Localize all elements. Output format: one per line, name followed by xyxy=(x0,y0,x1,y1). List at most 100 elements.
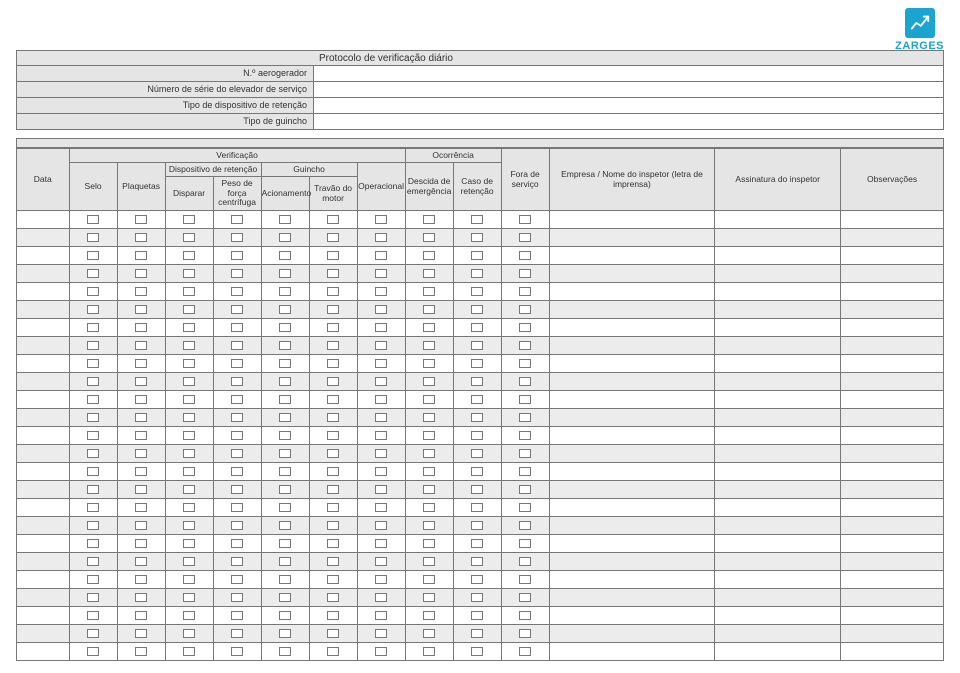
cell-assinatura[interactable] xyxy=(715,211,841,229)
cell-checkbox[interactable] xyxy=(213,355,261,373)
cell-checkbox[interactable] xyxy=(261,391,309,409)
cell-checkbox[interactable] xyxy=(453,211,501,229)
cell-checkbox[interactable] xyxy=(165,391,213,409)
cell-checkbox[interactable] xyxy=(261,463,309,481)
cell-checkbox[interactable] xyxy=(501,517,549,535)
cell-checkbox[interactable] xyxy=(117,301,165,319)
cell-assinatura[interactable] xyxy=(715,427,841,445)
cell-checkbox[interactable] xyxy=(261,319,309,337)
cell-checkbox[interactable] xyxy=(261,445,309,463)
cell-checkbox[interactable] xyxy=(165,463,213,481)
cell-empresa[interactable] xyxy=(549,607,715,625)
cell-checkbox[interactable] xyxy=(453,247,501,265)
cell-data[interactable] xyxy=(17,409,70,427)
cell-checkbox[interactable] xyxy=(213,373,261,391)
cell-checkbox[interactable] xyxy=(213,391,261,409)
cell-empresa[interactable] xyxy=(549,571,715,589)
cell-checkbox[interactable] xyxy=(357,625,405,643)
cell-checkbox[interactable] xyxy=(117,481,165,499)
cell-checkbox[interactable] xyxy=(165,283,213,301)
cell-checkbox[interactable] xyxy=(213,409,261,427)
cell-checkbox[interactable] xyxy=(117,499,165,517)
cell-empresa[interactable] xyxy=(549,247,715,265)
cell-checkbox[interactable] xyxy=(213,481,261,499)
cell-checkbox[interactable] xyxy=(501,391,549,409)
cell-checkbox[interactable] xyxy=(261,499,309,517)
cell-assinatura[interactable] xyxy=(715,625,841,643)
cell-observacoes[interactable] xyxy=(841,607,944,625)
cell-checkbox[interactable] xyxy=(117,589,165,607)
cell-empresa[interactable] xyxy=(549,337,715,355)
cell-checkbox[interactable] xyxy=(501,355,549,373)
cell-checkbox[interactable] xyxy=(453,499,501,517)
cell-checkbox[interactable] xyxy=(261,607,309,625)
cell-empresa[interactable] xyxy=(549,409,715,427)
cell-checkbox[interactable] xyxy=(405,589,453,607)
cell-checkbox[interactable] xyxy=(405,409,453,427)
cell-observacoes[interactable] xyxy=(841,481,944,499)
cell-checkbox[interactable] xyxy=(69,463,117,481)
cell-checkbox[interactable] xyxy=(453,643,501,661)
cell-checkbox[interactable] xyxy=(69,301,117,319)
cell-observacoes[interactable] xyxy=(841,265,944,283)
cell-checkbox[interactable] xyxy=(69,481,117,499)
cell-empresa[interactable] xyxy=(549,229,715,247)
cell-checkbox[interactable] xyxy=(453,427,501,445)
cell-observacoes[interactable] xyxy=(841,409,944,427)
cell-checkbox[interactable] xyxy=(117,409,165,427)
cell-checkbox[interactable] xyxy=(309,319,357,337)
cell-checkbox[interactable] xyxy=(117,265,165,283)
cell-checkbox[interactable] xyxy=(165,589,213,607)
cell-assinatura[interactable] xyxy=(715,301,841,319)
cell-data[interactable] xyxy=(17,319,70,337)
cell-checkbox[interactable] xyxy=(501,589,549,607)
cell-checkbox[interactable] xyxy=(309,247,357,265)
cell-checkbox[interactable] xyxy=(165,607,213,625)
cell-data[interactable] xyxy=(17,229,70,247)
cell-checkbox[interactable] xyxy=(309,301,357,319)
cell-checkbox[interactable] xyxy=(453,517,501,535)
cell-checkbox[interactable] xyxy=(213,319,261,337)
cell-checkbox[interactable] xyxy=(501,373,549,391)
cell-checkbox[interactable] xyxy=(69,283,117,301)
cell-observacoes[interactable] xyxy=(841,247,944,265)
cell-checkbox[interactable] xyxy=(117,445,165,463)
cell-checkbox[interactable] xyxy=(69,571,117,589)
cell-checkbox[interactable] xyxy=(405,247,453,265)
cell-observacoes[interactable] xyxy=(841,373,944,391)
cell-checkbox[interactable] xyxy=(309,535,357,553)
cell-data[interactable] xyxy=(17,391,70,409)
cell-empresa[interactable] xyxy=(549,481,715,499)
cell-checkbox[interactable] xyxy=(405,211,453,229)
cell-data[interactable] xyxy=(17,301,70,319)
cell-checkbox[interactable] xyxy=(405,391,453,409)
cell-checkbox[interactable] xyxy=(213,427,261,445)
cell-data[interactable] xyxy=(17,337,70,355)
cell-checkbox[interactable] xyxy=(117,535,165,553)
cell-checkbox[interactable] xyxy=(453,409,501,427)
cell-checkbox[interactable] xyxy=(165,481,213,499)
cell-empresa[interactable] xyxy=(549,589,715,607)
cell-checkbox[interactable] xyxy=(213,211,261,229)
cell-checkbox[interactable] xyxy=(261,265,309,283)
cell-checkbox[interactable] xyxy=(405,229,453,247)
cell-checkbox[interactable] xyxy=(357,319,405,337)
cell-checkbox[interactable] xyxy=(117,607,165,625)
cell-empresa[interactable] xyxy=(549,391,715,409)
cell-checkbox[interactable] xyxy=(453,535,501,553)
cell-checkbox[interactable] xyxy=(261,517,309,535)
cell-checkbox[interactable] xyxy=(405,283,453,301)
cell-checkbox[interactable] xyxy=(117,553,165,571)
cell-checkbox[interactable] xyxy=(405,355,453,373)
cell-checkbox[interactable] xyxy=(357,607,405,625)
cell-checkbox[interactable] xyxy=(405,373,453,391)
cell-checkbox[interactable] xyxy=(213,643,261,661)
cell-checkbox[interactable] xyxy=(261,373,309,391)
cell-empresa[interactable] xyxy=(549,319,715,337)
cell-checkbox[interactable] xyxy=(213,463,261,481)
cell-checkbox[interactable] xyxy=(261,301,309,319)
cell-checkbox[interactable] xyxy=(357,211,405,229)
cell-checkbox[interactable] xyxy=(69,409,117,427)
cell-checkbox[interactable] xyxy=(261,643,309,661)
cell-checkbox[interactable] xyxy=(501,607,549,625)
